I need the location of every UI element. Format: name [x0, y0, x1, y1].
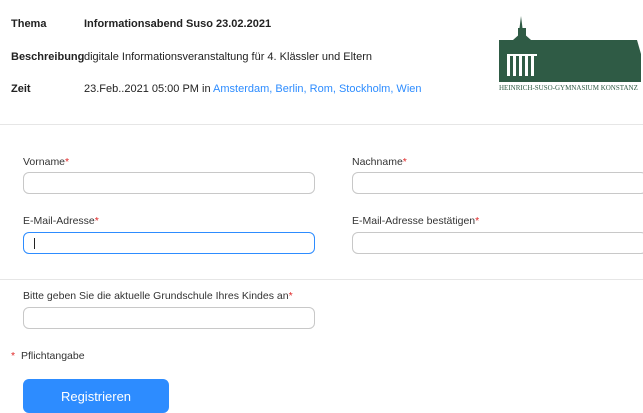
thema-value: Informationsabend Suso 23.02.2021: [84, 18, 272, 30]
vorname-label-text: Vorname: [23, 156, 66, 168]
nachname-label-text: Nachname: [352, 156, 403, 168]
zeit-label: Zeit: [11, 83, 31, 95]
email-confirm-label: E-Mail-Adresse bestätigen*: [352, 215, 479, 227]
beschreibung-label: Beschreibung: [11, 51, 85, 63]
email-label-text: E-Mail-Adresse: [23, 215, 95, 227]
required-marker: *: [11, 350, 16, 362]
email-label: E-Mail-Adresse*: [23, 215, 99, 227]
grundschule-label-text: Bitte geben Sie die aktuelle Grundschule…: [23, 290, 289, 302]
section-divider-top: [0, 124, 643, 125]
school-logo: HEINRICH-SUSO-GYMNASIUM KONSTANZ: [497, 14, 643, 96]
required-note-text: Pflichtangabe: [20, 350, 85, 362]
required-marker: *: [94, 215, 99, 227]
nachname-label: Nachname*: [352, 156, 407, 168]
required-marker: *: [288, 290, 293, 302]
register-button[interactable]: Registrieren: [23, 379, 169, 413]
vorname-input[interactable]: [23, 172, 315, 194]
required-marker: *: [65, 156, 70, 168]
required-marker: *: [402, 156, 407, 168]
thema-label: Thema: [11, 18, 47, 30]
grundschule-input[interactable]: [23, 307, 315, 329]
email-input[interactable]: [23, 232, 315, 254]
email-confirm-label-text: E-Mail-Adresse bestätigen: [352, 215, 476, 227]
timezone-link[interactable]: Amsterdam, Berlin, Rom, Stockholm, Wien: [213, 83, 421, 95]
text-caret: [34, 238, 35, 249]
grundschule-label: Bitte geben Sie die aktuelle Grundschule…: [23, 290, 293, 302]
school-building-icon: HEINRICH-SUSO-GYMNASIUM KONSTANZ: [499, 16, 641, 92]
email-confirm-input[interactable]: [352, 232, 643, 254]
zeit-value: 23.Feb..2021 05:00 PM in Amsterdam, Berl…: [84, 83, 422, 95]
required-note: * Pflichtangabe: [11, 350, 85, 362]
required-marker: *: [475, 215, 480, 227]
section-divider-mid: [0, 279, 643, 280]
zeit-time: 23.Feb..2021 05:00 PM in: [84, 83, 214, 95]
nachname-input[interactable]: [352, 172, 643, 194]
beschreibung-value: digitale Informationsveranstaltung für 4…: [84, 51, 372, 63]
vorname-label: Vorname*: [23, 156, 69, 168]
logo-text: HEINRICH-SUSO-GYMNASIUM KONSTANZ: [499, 84, 638, 92]
